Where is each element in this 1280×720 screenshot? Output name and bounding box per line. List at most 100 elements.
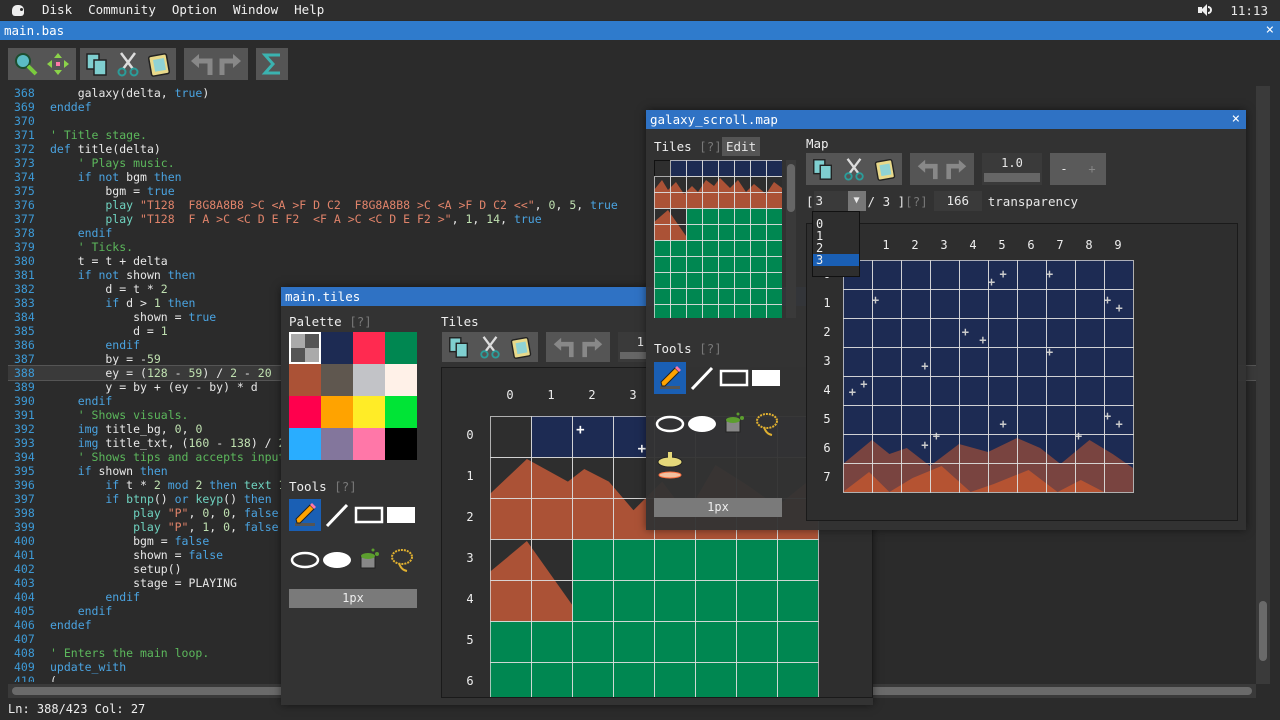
tile-cell[interactable] [531,621,573,663]
tileset-cell[interactable] [750,208,767,225]
copy-icon[interactable] [446,333,473,361]
tileset-cell[interactable] [702,176,719,193]
brush-size-slider[interactable]: 1px [289,589,417,608]
filled-rectangle-tool-icon[interactable] [385,499,417,531]
paste-icon[interactable] [507,333,534,361]
tileset-cell[interactable] [766,176,782,193]
layer-select[interactable]: 3 [813,191,848,211]
map-cell[interactable] [930,463,960,493]
map-cell[interactable] [901,318,931,348]
tile-cell[interactable] [777,580,819,622]
map-tiles-help-link[interactable]: [?] [699,139,722,154]
tileset-cell[interactable] [670,208,687,225]
app-logo-icon[interactable] [0,0,36,20]
map-window-title-bar[interactable]: galaxy_scroll.map × [646,110,1246,129]
map-cell[interactable] [988,289,1018,319]
palette-swatch[interactable] [321,364,353,396]
sigma-icon[interactable] [260,50,286,78]
map-cell[interactable] [872,289,902,319]
map-cell[interactable] [988,347,1018,377]
tileset-cell[interactable] [734,224,751,241]
map-cell[interactable] [1104,376,1134,406]
map-cell[interactable] [843,376,873,406]
tile-cell[interactable] [531,457,573,499]
tile-cell[interactable] [695,580,737,622]
tileset-cell[interactable] [766,160,782,177]
map-cell[interactable] [1046,463,1076,493]
tileset-cell[interactable] [750,224,767,241]
tileset-cell[interactable] [670,288,687,305]
tileset-cell[interactable] [718,256,735,273]
map-brush-size-slider[interactable]: 1px [654,498,782,517]
map-cell[interactable] [901,347,931,377]
map-cell[interactable] [872,318,902,348]
palette-swatch[interactable] [385,396,417,428]
map-cell[interactable] [1046,289,1076,319]
map-cell[interactable] [1075,405,1105,435]
tileset-cell[interactable] [734,208,751,225]
lasso-tool-icon[interactable] [385,544,417,576]
tile-cell[interactable] [777,621,819,663]
tileset-cell[interactable] [654,160,671,177]
tile-cell[interactable] [736,539,778,581]
palette-swatch[interactable] [385,364,417,396]
tileset-cell[interactable] [702,224,719,241]
close-icon[interactable]: × [1266,21,1274,40]
palette-swatch[interactable] [353,428,385,460]
fill-bucket-tool-icon[interactable] [718,408,750,440]
map-zoom-slider[interactable]: 1.0 [982,153,1042,185]
ellipse-tool-icon[interactable] [654,408,686,440]
tile-cell[interactable] [572,662,614,697]
map-cell[interactable] [901,463,931,493]
map-cell[interactable] [988,376,1018,406]
tileset-cell[interactable] [750,256,767,273]
tile-cell[interactable] [572,621,614,663]
map-cell[interactable] [1046,347,1076,377]
map-cell[interactable] [930,405,960,435]
map-cell[interactable] [843,434,873,464]
map-cell[interactable] [930,260,960,290]
ellipse-tool-icon[interactable] [289,544,321,576]
tileset-cell[interactable] [734,176,751,193]
palette-swatch[interactable] [289,332,321,364]
tileset-cell[interactable] [686,192,703,209]
tileset-cell[interactable] [766,256,782,273]
tile-cell[interactable] [695,539,737,581]
tileset-cell[interactable] [702,240,719,257]
tileset-cell[interactable] [654,240,671,257]
menu-window[interactable]: Window [227,0,288,20]
map-cell[interactable] [1075,463,1105,493]
fill-bucket-tool-icon[interactable] [353,544,385,576]
tileset-cell[interactable] [750,288,767,305]
map-cell[interactable] [1075,347,1105,377]
tileset-cell[interactable] [734,240,751,257]
map-tools-help-link[interactable]: [?] [699,341,722,356]
map-cell[interactable] [1017,289,1047,319]
tileset-cell[interactable] [734,272,751,289]
tileset-cell[interactable] [686,256,703,273]
tile-cell[interactable] [695,621,737,663]
zoom-in-button[interactable]: + [1088,162,1095,176]
redo-icon[interactable] [580,333,606,361]
tile-cell[interactable] [572,580,614,622]
map-cell[interactable] [930,434,960,464]
tile-cell[interactable] [695,662,737,697]
pencil-tool-icon[interactable] [654,362,686,394]
tileset-cell[interactable] [654,224,671,241]
tile-cell[interactable] [531,498,573,540]
map-cell[interactable] [1104,260,1134,290]
tile-cell[interactable] [736,621,778,663]
speaker-icon[interactable] [1198,4,1213,16]
map-cell[interactable] [1017,405,1047,435]
map-cell[interactable] [988,434,1018,464]
tile-cell[interactable] [490,539,532,581]
tile-cell[interactable] [613,662,655,697]
map-cell[interactable] [959,434,989,464]
chevron-down-icon[interactable]: ▼ [847,191,866,211]
map-cell[interactable] [843,318,873,348]
tileset-cell[interactable] [654,304,671,318]
map-cell[interactable] [988,260,1018,290]
layer-option[interactable]: 3 [813,254,859,266]
search-icon[interactable] [12,50,40,78]
tileset-cell[interactable] [718,176,735,193]
